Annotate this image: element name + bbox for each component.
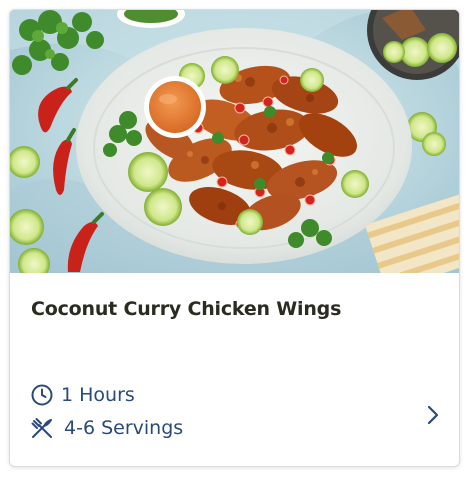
recipe-time: 1 Hours bbox=[30, 383, 135, 407]
recipe-title[interactable]: Coconut Curry Chicken Wings bbox=[31, 298, 441, 320]
recipe-photo[interactable] bbox=[10, 10, 459, 273]
chevron-right-icon[interactable] bbox=[423, 403, 443, 427]
recipe-time-label: 1 Hours bbox=[61, 384, 135, 406]
recipe-servings: 4-6 Servings bbox=[30, 416, 183, 440]
clock-icon bbox=[31, 384, 53, 406]
recipe-photo-illustration bbox=[10, 10, 459, 273]
recipe-servings-label: 4-6 Servings bbox=[64, 417, 184, 439]
recipe-card[interactable]: Coconut Curry Chicken Wings 1 Hours 4-6 … bbox=[9, 9, 460, 467]
utensils-icon bbox=[31, 418, 52, 438]
